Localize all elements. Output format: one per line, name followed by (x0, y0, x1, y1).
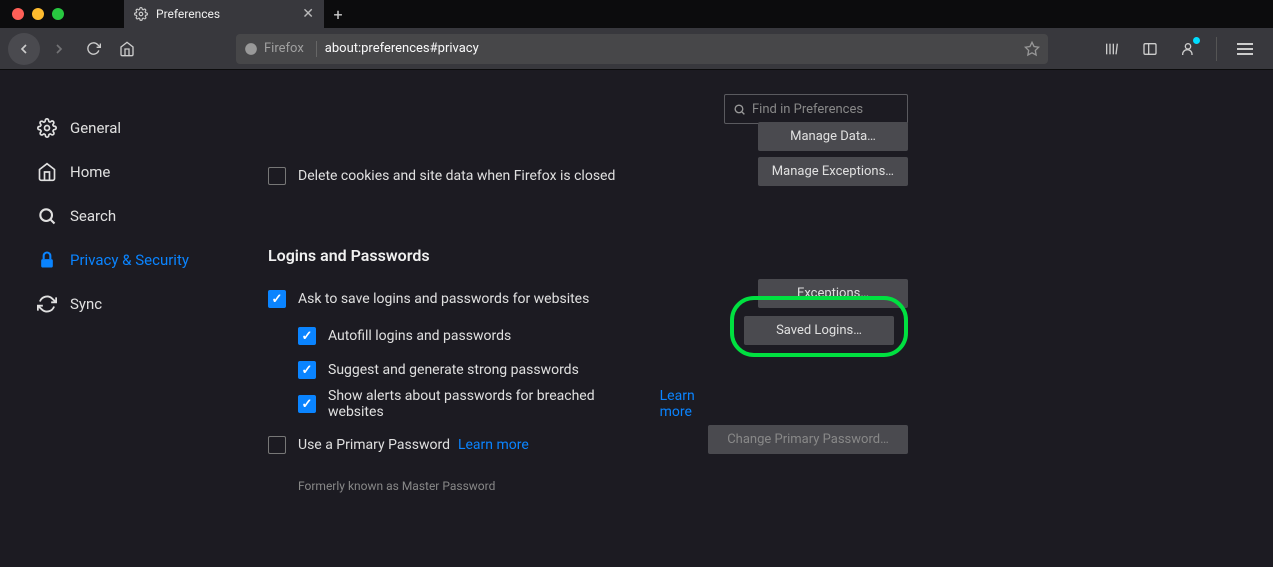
preferences-content: General Home Search Privacy & Security S… (0, 70, 1273, 567)
autofill-checkbox[interactable] (298, 327, 316, 345)
sync-icon (36, 293, 58, 315)
suggest-passwords-checkbox[interactable] (298, 361, 316, 379)
delete-cookies-label: Delete cookies and site data when Firefo… (298, 168, 615, 184)
new-tab-button[interactable]: + (324, 0, 352, 28)
search-placeholder: Find in Preferences (752, 102, 863, 117)
toolbar-right (1098, 35, 1265, 63)
sidebar-item-label: Search (70, 207, 116, 225)
preferences-main: Find in Preferences Delete cookies and s… (228, 70, 948, 567)
sidebar-item-general[interactable]: General (36, 106, 228, 150)
firefox-icon (244, 42, 258, 56)
sidebar-item-home[interactable]: Home (36, 150, 228, 194)
primary-password-checkbox[interactable] (268, 436, 286, 454)
delete-cookies-checkbox[interactable] (268, 167, 286, 185)
suggest-passwords-label: Suggest and generate strong passwords (328, 362, 579, 378)
primary-password-learn-more-link[interactable]: Learn more (458, 437, 529, 453)
sidebar-item-label: Home (70, 163, 110, 181)
lock-icon (36, 249, 58, 271)
sidebar-item-label: General (70, 119, 121, 137)
logins-section-title: Logins and Passwords (268, 246, 908, 265)
primary-password-hint: Formerly known as Master Password (298, 479, 908, 493)
titlebar: Preferences ✕ + (0, 0, 1273, 28)
account-button[interactable] (1174, 35, 1202, 63)
manage-data-button[interactable]: Manage Data… (758, 122, 908, 151)
tabs-strip: Preferences ✕ + (124, 0, 352, 28)
url-text: about:preferences#privacy (325, 41, 479, 56)
preferences-sidebar: General Home Search Privacy & Security S… (0, 70, 228, 567)
preferences-search-input[interactable]: Find in Preferences (724, 94, 908, 124)
gear-icon (134, 7, 148, 21)
app-menu-button[interactable] (1231, 35, 1259, 63)
manage-exceptions-button[interactable]: Manage Exceptions… (758, 157, 908, 186)
primary-password-label: Use a Primary Password (298, 437, 450, 453)
breach-alerts-label: Show alerts about passwords for breached… (328, 388, 652, 420)
highlight-annotation: Saved Logins… (730, 296, 908, 357)
maximize-window-button[interactable] (52, 8, 64, 20)
tab-preferences[interactable]: Preferences ✕ (124, 0, 324, 28)
sidebar-item-privacy[interactable]: Privacy & Security (36, 238, 228, 282)
ask-save-logins-label: Ask to save logins and passwords for web… (298, 291, 589, 307)
sidebar-toggle-button[interactable] (1136, 35, 1164, 63)
home-icon (36, 161, 58, 183)
saved-logins-button[interactable]: Saved Logins… (744, 316, 894, 345)
nav-toolbar: Firefox about:preferences#privacy (0, 28, 1273, 70)
breach-learn-more-link[interactable]: Learn more (660, 388, 730, 420)
close-window-button[interactable] (12, 8, 24, 20)
tab-title: Preferences (156, 7, 220, 21)
sidebar-item-sync[interactable]: Sync (36, 282, 228, 326)
forward-button[interactable] (44, 34, 74, 64)
reload-button[interactable] (78, 34, 108, 64)
sidebar-item-label: Sync (70, 295, 102, 313)
gear-icon (36, 117, 58, 139)
change-primary-password-button[interactable]: Change Primary Password… (708, 425, 908, 454)
autofill-label: Autofill logins and passwords (328, 328, 511, 344)
library-button[interactable] (1098, 35, 1126, 63)
ask-save-logins-checkbox[interactable] (268, 290, 286, 308)
breach-alerts-checkbox[interactable] (298, 395, 316, 413)
sidebar-item-search[interactable]: Search (36, 194, 228, 238)
cookies-row: Delete cookies and site data when Firefo… (268, 156, 908, 196)
sidebar-item-label: Privacy & Security (70, 251, 189, 269)
search-icon (733, 103, 746, 116)
notification-dot (1193, 37, 1200, 44)
identity-box[interactable]: Firefox (244, 41, 304, 56)
window-controls (0, 8, 64, 20)
minimize-window-button[interactable] (32, 8, 44, 20)
logins-block: Ask to save logins and passwords for web… (268, 279, 908, 421)
search-icon (36, 205, 58, 227)
back-button[interactable] (8, 33, 40, 65)
identity-label: Firefox (264, 41, 304, 56)
primary-password-row: Use a Primary Password Learn more Change… (268, 425, 908, 465)
close-tab-icon[interactable]: ✕ (302, 7, 314, 21)
home-button[interactable] (112, 34, 142, 64)
bookmark-star-icon[interactable] (1024, 41, 1040, 57)
url-bar[interactable]: Firefox about:preferences#privacy (236, 34, 1048, 64)
